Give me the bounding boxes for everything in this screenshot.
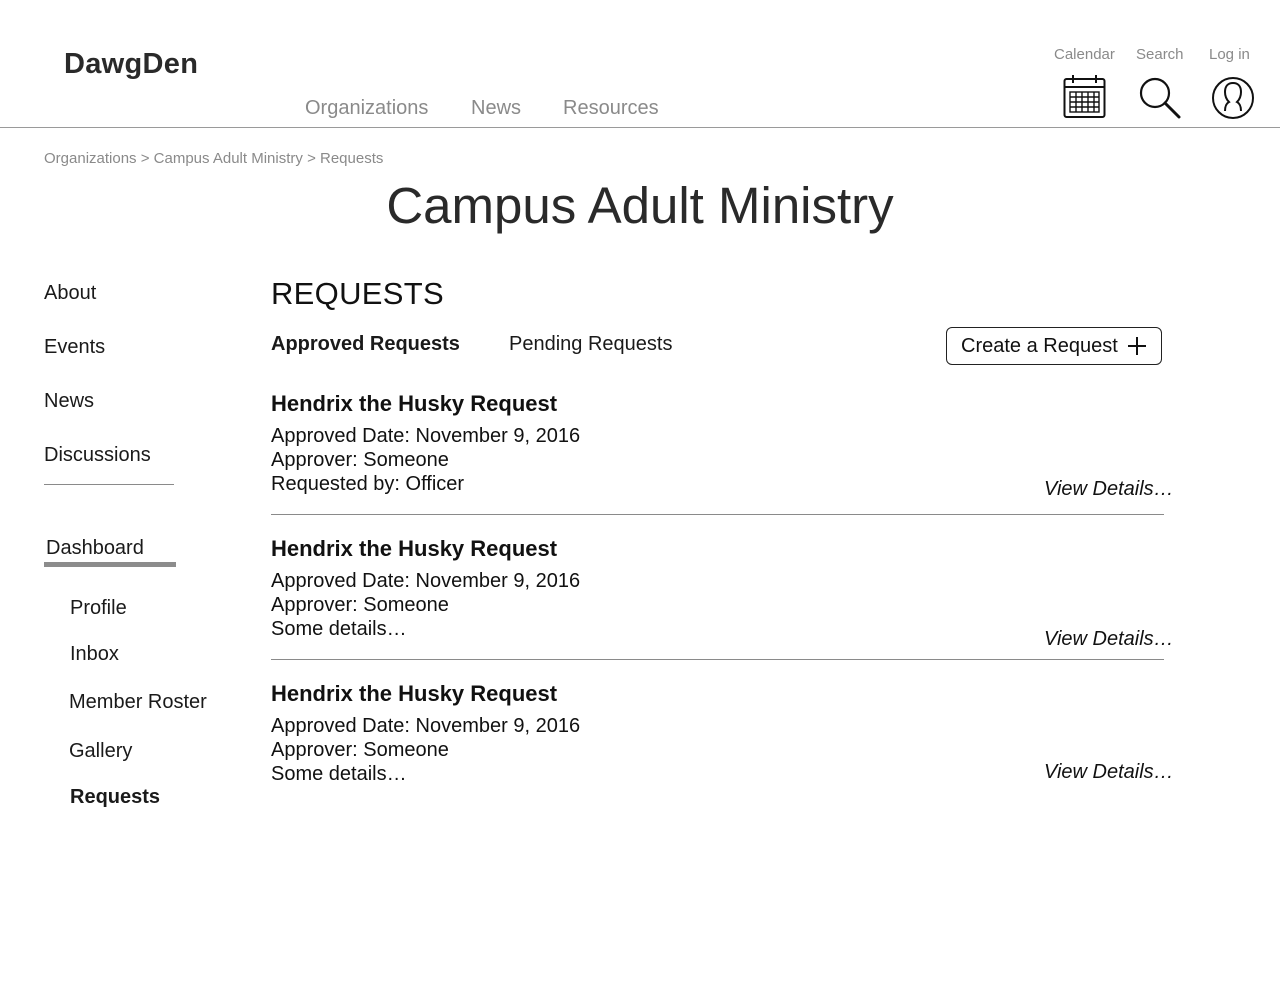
plus-icon bbox=[1128, 337, 1146, 355]
nav-resources[interactable]: Resources bbox=[563, 97, 659, 120]
nav-news[interactable]: News bbox=[471, 97, 521, 120]
sidebar-divider bbox=[44, 484, 174, 485]
request-approver: Approver: Someone bbox=[271, 739, 449, 761]
create-request-label: Create a Request bbox=[961, 334, 1118, 357]
calendar-label[interactable]: Calendar bbox=[1054, 46, 1115, 63]
breadcrumb-campus-adult-ministry[interactable]: Campus Adult Ministry bbox=[154, 150, 303, 167]
search-icon[interactable] bbox=[1138, 76, 1182, 120]
sidebar-subitem-member-roster[interactable]: Member Roster bbox=[69, 691, 207, 714]
site-logo[interactable]: DawgDen bbox=[64, 48, 198, 81]
sidebar-item-news[interactable]: News bbox=[44, 390, 94, 413]
tab-approved-requests[interactable]: Approved Requests bbox=[271, 333, 460, 356]
search-label[interactable]: Search bbox=[1136, 46, 1184, 63]
request-approver: Approver: Someone bbox=[271, 449, 449, 471]
breadcrumb-separator: > bbox=[140, 150, 150, 167]
dashboard-active-underline bbox=[44, 562, 176, 567]
create-request-button[interactable]: Create a Request bbox=[946, 327, 1162, 365]
request-details: Some details… bbox=[271, 763, 407, 785]
page-title: Campus Adult Ministry bbox=[386, 177, 894, 234]
user-circle-icon[interactable] bbox=[1211, 76, 1255, 120]
sidebar-item-about[interactable]: About bbox=[44, 282, 96, 305]
view-details-link[interactable]: View Details… bbox=[1044, 478, 1174, 501]
sidebar-item-dashboard[interactable]: Dashboard bbox=[46, 537, 144, 560]
login-label[interactable]: Log in bbox=[1209, 46, 1250, 63]
sidebar-subitem-requests[interactable]: Requests bbox=[70, 786, 160, 809]
request-approved-date: Approved Date: November 9, 2016 bbox=[271, 570, 581, 592]
breadcrumb-requests[interactable]: Requests bbox=[320, 150, 383, 167]
sidebar-subitem-profile[interactable]: Profile bbox=[70, 597, 127, 620]
request-details: Some details… bbox=[271, 618, 407, 640]
request-divider bbox=[271, 514, 1164, 515]
sidebar-item-events[interactable]: Events bbox=[44, 336, 105, 359]
request-divider bbox=[271, 659, 1164, 660]
request-title[interactable]: Hendrix the Husky Request bbox=[271, 536, 557, 562]
request-title[interactable]: Hendrix the Husky Request bbox=[271, 681, 557, 707]
calendar-icon[interactable] bbox=[1063, 74, 1107, 120]
header-divider bbox=[0, 127, 1280, 128]
request-approved-date: Approved Date: November 9, 2016 bbox=[271, 715, 581, 737]
nav-organizations[interactable]: Organizations bbox=[305, 97, 428, 120]
request-title[interactable]: Hendrix the Husky Request bbox=[271, 391, 557, 417]
request-requested-by: Requested by: Officer bbox=[271, 473, 465, 495]
sidebar-subitem-inbox[interactable]: Inbox bbox=[70, 643, 119, 666]
view-details-link[interactable]: View Details… bbox=[1044, 628, 1174, 651]
section-title: REQUESTS bbox=[271, 276, 444, 311]
sidebar-subitem-gallery[interactable]: Gallery bbox=[69, 740, 132, 763]
breadcrumb-separator: > bbox=[307, 150, 316, 167]
breadcrumb: Organizations > Campus Adult Ministry > … bbox=[44, 150, 383, 167]
request-approved-date: Approved Date: November 9, 2016 bbox=[271, 425, 581, 447]
tab-pending-requests[interactable]: Pending Requests bbox=[509, 333, 672, 356]
view-details-link[interactable]: View Details… bbox=[1044, 761, 1174, 784]
sidebar-item-discussions[interactable]: Discussions bbox=[44, 444, 151, 467]
request-approver: Approver: Someone bbox=[271, 594, 449, 616]
breadcrumb-organizations[interactable]: Organizations bbox=[44, 150, 137, 167]
